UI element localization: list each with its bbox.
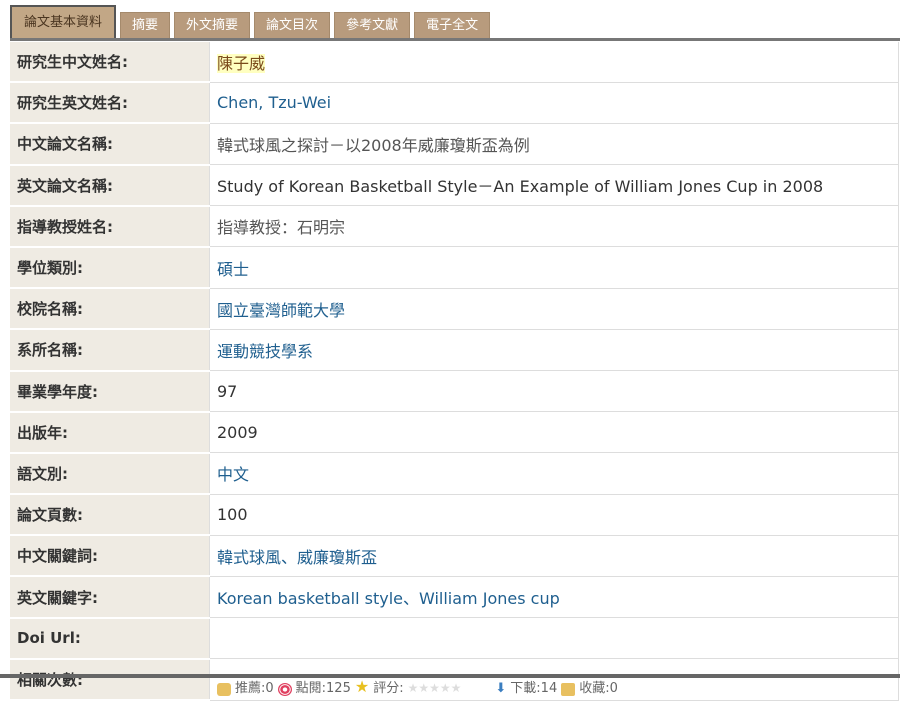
row-label: 英文論文名稱: [10, 164, 210, 207]
table-row: 校院名稱: 國立臺灣師範大學 [10, 288, 899, 331]
table-row: 畢業學年度: 97 [10, 370, 899, 413]
row-value[interactable]: 韓式球風、威廉瓊斯盃 [217, 548, 377, 567]
table-row: 中文論文名稱: 韓式球風之探討－以2008年威廉瓊斯盃為例 [10, 123, 899, 166]
table-row: 指導教授姓名: 指導教授：石明宗 [10, 205, 899, 248]
tab-4[interactable]: 參考文獻 [334, 12, 411, 39]
table-row: Doi Url: [10, 617, 899, 660]
row-label: 系所名稱: [10, 329, 210, 372]
table-row: 英文關鍵字: Korean basketball style、William Jo… [10, 576, 899, 619]
bottom-border [0, 674, 900, 678]
folder-icon [561, 682, 576, 696]
row-label: 論文頁數: [10, 494, 210, 537]
table-row-stats: 相關次數: 推薦:0 點閱:125 ★ 評分: ★★★★★ ⬇ 下載:14 收藏:0 [10, 658, 899, 701]
tab-0[interactable]: 論文基本資料 [10, 5, 117, 39]
row-label: 中文關鍵詞: [10, 535, 210, 578]
table-row: 論文頁數: 100 [10, 494, 899, 537]
target-icon [277, 682, 292, 696]
row-value: 陳子威 [217, 53, 266, 73]
row-value[interactable]: Chen, Tzu-Wei [217, 93, 331, 112]
tab-1[interactable]: 摘要 [120, 12, 171, 39]
tab-bar: 論文基本資料 摘要 外文摘要 論文目次 參考文獻 電子全文 [10, 5, 491, 39]
table-row: 系所名稱: 運動競技學系 [10, 329, 899, 372]
row-value: 97 [217, 381, 238, 401]
table-row: 研究生英文姓名: Chen, Tzu-Wei [10, 82, 899, 125]
star-icon: ★ [354, 676, 370, 696]
table-row: 英文論文名稱: Study of Korean Basketball Style－… [10, 164, 899, 207]
row-label: 指導教授姓名: [10, 205, 210, 248]
row-value[interactable]: 碩士 [217, 260, 249, 279]
row-label: 研究生中文姓名: [10, 42, 210, 84]
recommend-count[interactable]: 推薦:0 [235, 677, 274, 696]
tab-underline [10, 38, 900, 41]
table-row: 語文別: 中文 [10, 452, 899, 496]
views-count: 點閱:125 [295, 680, 351, 696]
row-label: 畢業學年度: [10, 370, 210, 413]
row-value: Study of Korean Basketball Style－An Exam… [217, 177, 824, 197]
table-row: 研究生中文姓名: 陳子威 [10, 42, 899, 84]
row-label: 出版年: [10, 411, 210, 454]
favorites-count[interactable]: 收藏:0 [579, 677, 618, 696]
thesis-info-table: 研究生中文姓名: 陳子威 研究生英文姓名: Chen, Tzu-Wei 中文論文名稱: 韓… [10, 42, 899, 701]
row-value: 2009 [217, 422, 258, 442]
row-label: 研究生英文姓名: [10, 82, 210, 125]
tab-3[interactable]: 論文目次 [254, 12, 331, 39]
row-label: 校院名稱: [10, 288, 210, 331]
row-label: 英文關鍵字: [10, 576, 210, 619]
row-value: 100 [217, 505, 248, 525]
row-label: 學位類別: [10, 246, 210, 290]
row-value: 指導教授：石明宗 [217, 218, 346, 238]
downloads-count: 下載:14 [510, 680, 558, 696]
row-value[interactable]: 運動競技學系 [217, 342, 313, 361]
rating-stars[interactable]: ★★★★★ [408, 681, 462, 696]
tab-5[interactable]: 電子全文 [414, 12, 491, 39]
table-row: 出版年: 2009 [10, 411, 899, 454]
tab-2[interactable]: 外文摘要 [174, 12, 251, 39]
row-value: 韓式球風之探討－以2008年威廉瓊斯盃為例 [217, 135, 530, 155]
row-label: 相關次數: [10, 658, 210, 701]
row-value[interactable]: 國立臺灣師範大學 [217, 301, 345, 320]
row-value[interactable]: 中文 [217, 465, 249, 484]
row-value[interactable]: Korean basketball style、William Jones cu… [217, 589, 560, 608]
row-label: 語文別: [10, 452, 210, 496]
row-label: 中文論文名稱: [10, 123, 210, 166]
table-row: 中文關鍵詞: 韓式球風、威廉瓊斯盃 [10, 535, 899, 578]
thumbs-up-icon [217, 682, 231, 696]
download-arrow-icon: ⬇ [495, 680, 507, 696]
row-label: Doi Url: [10, 617, 210, 660]
table-row: 學位類別: 碩士 [10, 246, 899, 290]
rating-label: 評分: [373, 680, 404, 696]
